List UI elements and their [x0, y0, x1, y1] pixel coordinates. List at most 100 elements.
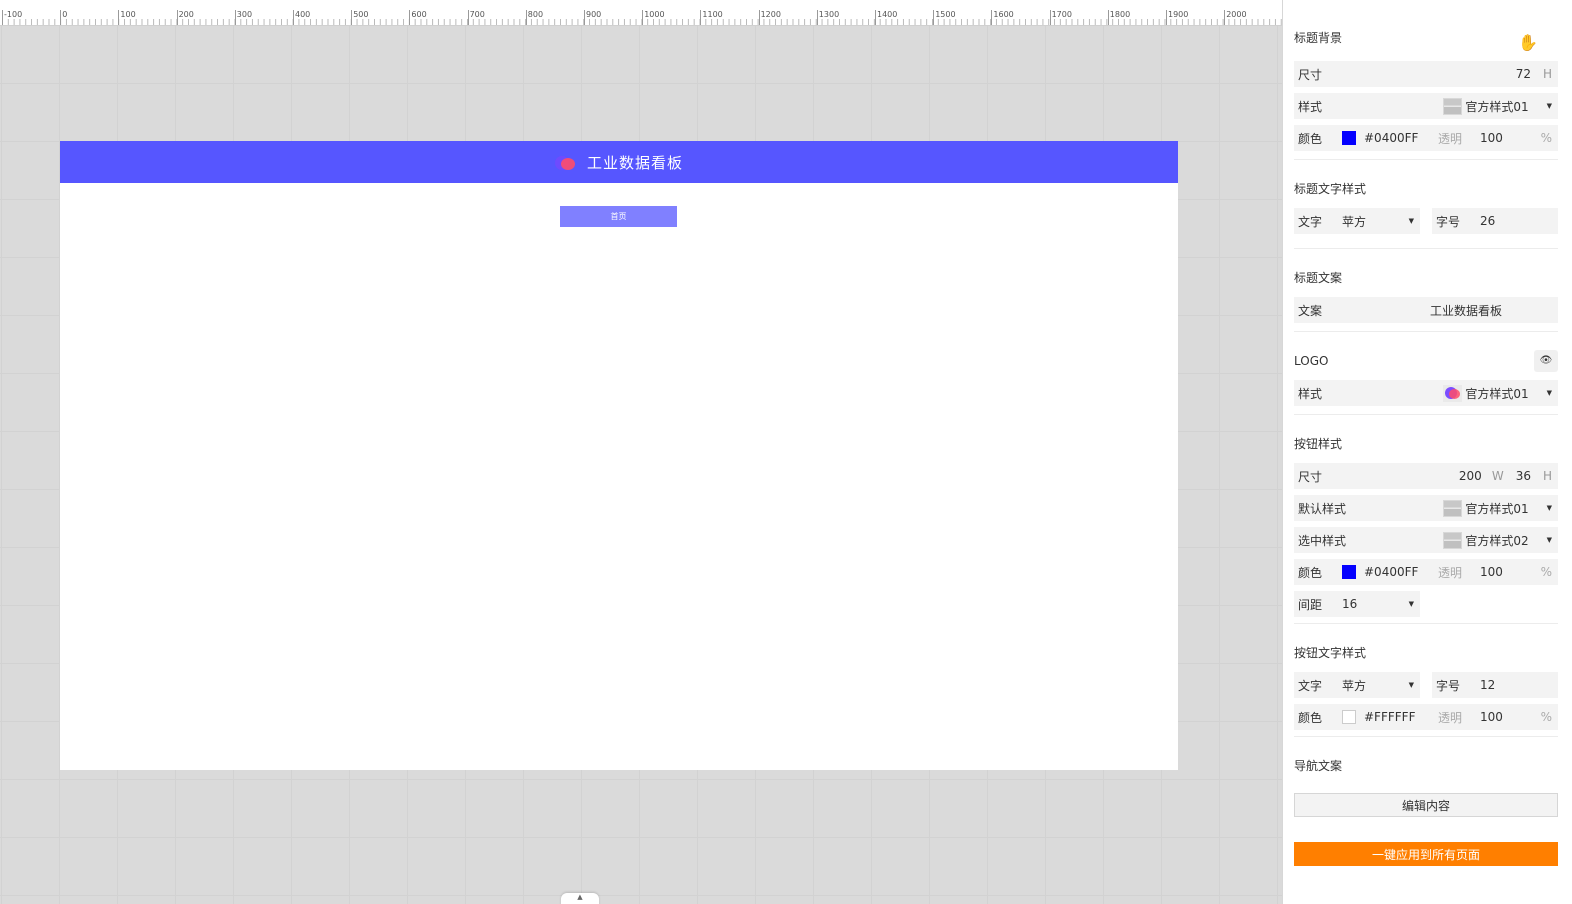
- section-title-copy-label: 标题文案: [1294, 271, 1343, 285]
- title-font-size-input[interactable]: 26: [1480, 214, 1495, 228]
- caret-down-icon: ▼: [1546, 536, 1552, 544]
- caret-down-icon: ▼: [1546, 504, 1552, 512]
- title-bg-opacity-input[interactable]: 100: [1480, 131, 1503, 145]
- caret-down-icon: ▼: [1408, 600, 1414, 608]
- eye-icon[interactable]: 👁: [1534, 350, 1558, 372]
- artboard-title-bar[interactable]: 工业数据看板: [60, 141, 1178, 183]
- button-default-style-row[interactable]: 默认样式 官方样式01 ▼: [1294, 495, 1558, 521]
- title-font-size-label: 字号: [1436, 214, 1461, 229]
- title-bg-color-row[interactable]: 颜色 #0400FF 透明 100 %: [1294, 125, 1558, 151]
- ruler-label: 700: [469, 10, 485, 19]
- divider: [1294, 331, 1558, 332]
- button-size-row[interactable]: 尺寸 200 W 36 H: [1294, 463, 1558, 489]
- title-bg-size-row[interactable]: 尺寸 72 H: [1294, 61, 1558, 87]
- style-thumbnail-icon: [1443, 531, 1463, 549]
- button-text-color-row[interactable]: 颜色 #FFFFFF 透明 100 %: [1294, 704, 1558, 730]
- button-opacity-unit: %: [1540, 565, 1552, 579]
- button-font-row[interactable]: 文字 苹方 ▼: [1294, 672, 1420, 698]
- logo-style-row[interactable]: 样式 官方样式01 ▼: [1294, 380, 1558, 406]
- ruler-label: 2000: [1226, 10, 1247, 19]
- button-font-size-label: 字号: [1436, 678, 1461, 693]
- button-default-style-label: 默认样式: [1298, 501, 1347, 516]
- artboard-nav-button-home[interactable]: 首页: [560, 206, 677, 227]
- button-height-input[interactable]: 36: [1516, 469, 1531, 483]
- caret-down-icon: ▼: [1546, 102, 1552, 110]
- title-bg-color-input[interactable]: #0400FF: [1364, 131, 1438, 145]
- title-font-size-row[interactable]: 字号 26: [1432, 208, 1558, 234]
- logo-style-select[interactable]: 官方样式01: [1465, 385, 1528, 402]
- button-color-input[interactable]: #0400FF: [1364, 565, 1438, 579]
- artboard[interactable]: 工业数据看板 首页: [60, 141, 1178, 770]
- logo-thumbnail-icon: [1443, 384, 1463, 402]
- section-title-button-style-label: 按钮样式: [1294, 437, 1343, 451]
- button-spacing-select[interactable]: 16: [1342, 597, 1357, 611]
- ruler-minor-ticks: [0, 19, 1282, 25]
- title-bg-size-label: 尺寸: [1298, 67, 1323, 82]
- button-opacity-input[interactable]: 100: [1480, 565, 1503, 579]
- logo-style-label: 样式: [1298, 386, 1323, 401]
- ruler-label: 500: [353, 10, 369, 19]
- button-text-color-label: 颜色: [1298, 710, 1323, 725]
- button-spacing-row[interactable]: 间距 16 ▼: [1294, 591, 1420, 617]
- button-selected-style-select[interactable]: 官方样式02: [1465, 532, 1528, 549]
- button-font-label: 文字: [1298, 678, 1323, 693]
- edit-content-button[interactable]: 编辑内容: [1294, 793, 1558, 817]
- divider: [1294, 736, 1558, 737]
- ruler-label: 1200: [760, 10, 781, 19]
- section-title-logo-label: LOGO: [1294, 354, 1329, 368]
- button-color-row[interactable]: 颜色 #0400FF 透明 100 %: [1294, 559, 1558, 585]
- title-bg-style-label: 样式: [1298, 99, 1323, 114]
- section-title-logo: LOGO 👁: [1294, 350, 1558, 372]
- button-width-input[interactable]: 200: [1459, 469, 1482, 483]
- color-swatch[interactable]: [1342, 565, 1356, 579]
- ruler-label: 200: [178, 10, 194, 19]
- caret-down-icon: ▼: [1546, 389, 1552, 397]
- divider: [1294, 159, 1558, 160]
- ruler-label: 1600: [993, 10, 1014, 19]
- divider: [1294, 248, 1558, 249]
- section-title-button-style: 按钮样式: [1294, 433, 1558, 455]
- title-font-select[interactable]: 苹方: [1342, 213, 1366, 230]
- design-canvas[interactable]: -100 0 100 200 300 400 500 600 700 800 900 1000 1100…: [0, 0, 1282, 904]
- title-copy-input[interactable]: 工业数据看板: [1430, 302, 1502, 319]
- button-text-color-input[interactable]: #FFFFFF: [1364, 710, 1438, 724]
- title-bg-opacity-label: 透明: [1438, 131, 1463, 146]
- color-swatch[interactable]: [1342, 131, 1356, 145]
- button-selected-style-row[interactable]: 选中样式 官方样式02 ▼: [1294, 527, 1558, 553]
- divider: [1294, 623, 1558, 624]
- section-title-text-style: 标题文字样式: [1294, 178, 1558, 200]
- section-title-nav-copy-label: 导航文案: [1294, 759, 1343, 773]
- title-bg-style-select[interactable]: 官方样式01: [1465, 98, 1528, 115]
- logo-icon: [554, 154, 577, 170]
- ruler-label: 1700: [1051, 10, 1072, 19]
- title-copy-row[interactable]: 文案 工业数据看板: [1294, 297, 1558, 323]
- ruler-label: 600: [411, 10, 427, 19]
- divider: [1294, 414, 1558, 415]
- style-thumbnail-icon: [1443, 97, 1463, 115]
- title-bg-size-unit: H: [1542, 67, 1552, 81]
- button-font-size-row[interactable]: 字号 12: [1432, 672, 1558, 698]
- title-bg-size-input[interactable]: 72: [1516, 67, 1531, 81]
- section-title-button-text-style-label: 按钮文字样式: [1294, 646, 1367, 660]
- title-font-row[interactable]: 文字 苹方 ▼: [1294, 208, 1420, 234]
- hand-cursor-icon: ✋: [1518, 33, 1538, 52]
- section-title-button-text-style: 按钮文字样式: [1294, 642, 1558, 664]
- style-thumbnail-icon: [1443, 499, 1463, 517]
- apply-to-all-pages-button[interactable]: 一键应用到所有页面: [1294, 842, 1558, 866]
- artboard-header-title: 工业数据看板: [586, 153, 683, 172]
- horizontal-ruler: -100 0 100 200 300 400 500 600 700 800 900 1000 1100…: [0, 0, 1282, 26]
- button-default-style-select[interactable]: 官方样式01: [1465, 500, 1528, 517]
- button-opacity-label: 透明: [1438, 565, 1463, 580]
- color-swatch[interactable]: [1342, 710, 1356, 724]
- title-bg-style-row[interactable]: 样式 官方样式01 ▼: [1294, 93, 1558, 119]
- section-title-text-style-label: 标题文字样式: [1294, 182, 1367, 196]
- button-font-select[interactable]: 苹方: [1342, 677, 1366, 694]
- button-selected-style-label: 选中样式: [1298, 533, 1347, 548]
- button-height-unit: H: [1542, 469, 1552, 483]
- button-text-opacity-input[interactable]: 100: [1480, 710, 1503, 724]
- ruler-label: 1900: [1168, 10, 1189, 19]
- bottom-panel-toggle[interactable]: ▲: [561, 893, 599, 904]
- title-font-label: 文字: [1298, 214, 1323, 229]
- button-font-size-input[interactable]: 12: [1480, 678, 1495, 692]
- ruler-label: -100: [4, 10, 23, 19]
